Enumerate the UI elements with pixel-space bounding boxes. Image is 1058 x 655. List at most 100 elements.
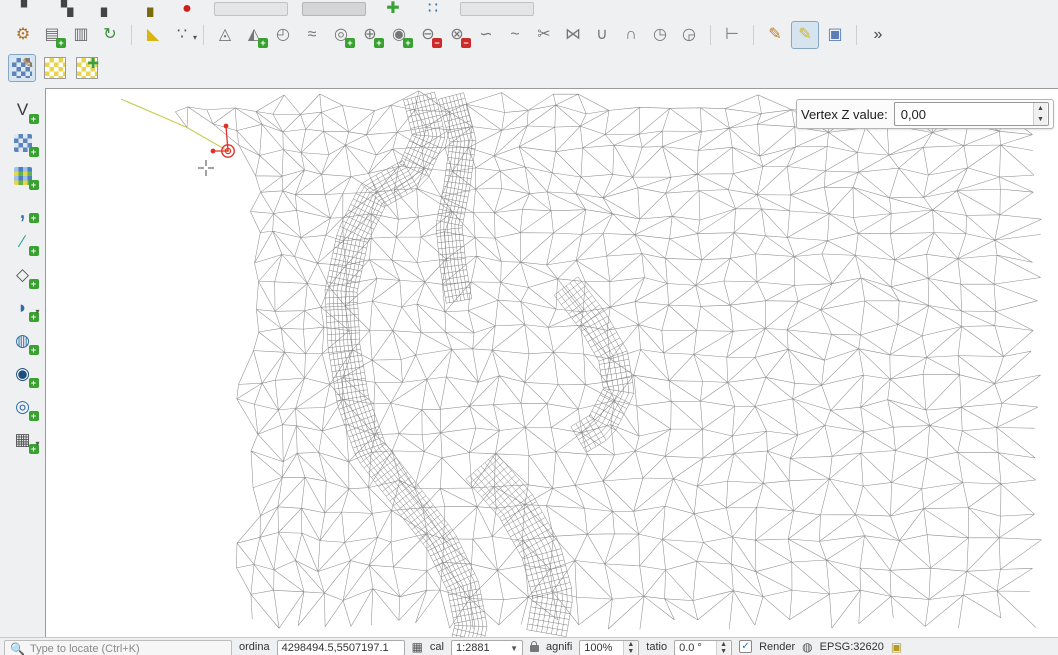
vertex-z-label: Vertex Z value: [801,107,888,122]
rotate-point-symbols-icon[interactable]: ◷ [647,22,673,48]
map-canvas[interactable]: Vertex Z value: 0,00 ▲▼ [45,88,1058,637]
mesh-dense-channel [325,92,634,637]
allow-edits-icon[interactable]: ✎ [762,22,788,48]
mesh-vertex-marker[interactable] [211,149,216,154]
add-wfs-layer-icon[interactable]: ◉+ [8,360,38,388]
magnifier-value: 100% [584,642,612,654]
reindex-faces-vertices-icon[interactable] [42,55,68,81]
vertex-z-spin-buttons[interactable]: ▲▼ [1033,103,1047,125]
spin-up-icon[interactable]: ▲ [1034,103,1047,114]
layout-manager-icon[interactable]: ▥ [68,22,94,48]
scale-combo[interactable]: 1:2881 ▼ [451,640,523,655]
copy-move-feature-icon[interactable]: ◭+ [241,22,267,48]
lock-scale-icon[interactable] [530,645,539,652]
add-mesh-layer-icon[interactable]: + [8,162,38,190]
crosshair-cursor [198,160,214,176]
add-print-layout-icon[interactable]: ▤+ [39,22,65,48]
processing-gears-icon[interactable]: ⚙ [10,22,36,48]
add-delimited-text-layer-icon[interactable]: ,+ [8,195,38,223]
delete-ring-icon[interactable]: ⊖− [415,22,441,48]
render-checkbox[interactable]: ✓ [739,640,752,653]
add-wms-layer-icon[interactable]: ◗+▾ [8,294,38,322]
offset-curve-icon[interactable]: ∽ [473,22,499,48]
locate-search[interactable]: 🔍 Type to locate (Ctrl+K) [4,640,232,655]
add-icon-icon[interactable]: ✚ [380,0,406,18]
extent-icon[interactable]: ▦ [412,640,423,654]
toolbar-separator [710,25,711,45]
mesh-triangulation [175,91,1041,630]
mesh-digitizing-icon[interactable]: ✎ [8,54,36,82]
add-arcgis-rest-layer-icon[interactable]: ◎+ [8,393,38,421]
toggle-editing-icon[interactable]: ✎ [791,21,819,49]
save-edits-icon[interactable]: ▣ [822,22,848,48]
toolbar-box-1 [214,2,288,16]
toolbar-separator [753,25,754,45]
add-part-icon[interactable]: ⊕+ [357,22,383,48]
chevron-down-icon[interactable]: ▾ [35,307,39,316]
data-source-manager-toolbar: V+ + + ,+ ∕+ ◇+ ◗+▾ ◍+ ◉+ ◎+ ▦+▾ [0,88,45,637]
app-icon-1-icon[interactable]: ▘ [14,0,40,18]
rotation-value: 0.0 ° [679,642,702,654]
split-features-icon[interactable]: ✂ [531,22,557,48]
vertex-z-value[interactable]: 0,00 [895,107,926,122]
rotate-feature-icon[interactable]: ◴ [270,22,296,48]
measure-tool-icon[interactable]: ◣ [140,22,166,48]
fill-ring-icon[interactable]: ◉+ [386,22,412,48]
vertex-tool-icon[interactable]: ∵▾ [169,22,195,48]
coordinate-input[interactable]: 4298494.5,5507197.1 [277,640,405,655]
app-icon-4-icon[interactable]: ▗ [134,0,160,18]
panel-box [460,2,534,16]
merge-features-icon[interactable]: ∪ [589,22,615,48]
messages-icon[interactable]: ▣ [891,640,902,654]
add-wcs-layer-icon[interactable]: ◍+ [8,327,38,355]
magnifier-spinbox[interactable]: 100% ▲▼ [579,640,639,655]
scale-label: cal [430,641,444,653]
force-by-selected-geometries-icon[interactable]: ✚ [74,55,100,81]
magnifier-label: agnifi [546,641,572,653]
rotation-spin-buttons[interactable]: ▲▼ [716,641,730,655]
top-toolbar-strip: ▘ ▚ ▖ ▗ ● ✚ ∷ [0,0,1058,18]
mesh-layer[interactable] [46,89,1058,637]
chevron-down-icon[interactable]: ▼ [510,644,518,653]
simplify-feature-icon[interactable]: ≈ [299,22,325,48]
add-raster-layer-icon[interactable]: + [8,129,38,157]
chevron-down-icon[interactable]: ▾ [35,439,39,448]
crs-label[interactable]: EPSG:32620 [820,641,884,653]
spin-down-icon[interactable]: ▼ [1034,114,1047,125]
toolbar-separator [856,25,857,45]
add-vector-layer-icon[interactable]: V+ [8,96,38,124]
crs-globe-icon[interactable]: ◍ [802,640,812,654]
record-indicator-icon[interactable]: ● [174,0,200,18]
magnifier-spin-buttons[interactable]: ▲▼ [623,641,637,655]
qgis-window: ▘▚▖▗●✚∷ ⚙▤+▥↻◣∵▾◬◭+◴≈◎+⊕+◉+⊖−⊗−∽~✂⋈∪∩◷◶⊢… [0,0,1058,655]
merge-attributes-icon[interactable]: ∩ [618,22,644,48]
search-icon: 🔍 [10,642,25,655]
app-icon-2-icon[interactable]: ▚ [54,0,80,18]
toolbar-separator [203,25,204,45]
move-feature-icon[interactable]: ◬ [212,22,238,48]
chevron-down-icon[interactable]: ▾ [193,33,197,42]
toolbar-box-2 [302,2,366,16]
refresh-map-icon[interactable]: ↻ [97,22,123,48]
toolbar-overflow-icon[interactable]: » [865,22,891,48]
locate-placeholder: Type to locate (Ctrl+K) [30,643,140,655]
trim-extend-icon[interactable]: ⊢ [719,22,745,48]
grid-dots-icon-icon[interactable]: ∷ [420,0,446,18]
add-ring-icon[interactable]: ◎+ [328,22,354,48]
toolbar-separator [131,25,132,45]
split-parts-icon[interactable]: ⋈ [560,22,586,48]
add-virtual-layer-icon[interactable]: ◇+ [8,261,38,289]
reshape-features-icon[interactable]: ~ [502,22,528,48]
rotation-label: tatio [646,641,667,653]
vertex-z-spinbox[interactable]: 0,00 ▲▼ [894,102,1049,126]
add-spatialite-layer-icon[interactable]: ∕+ [8,228,38,256]
coordinate-value: 4298494.5,5507197.1 [282,642,389,654]
selected-vertex-marker[interactable] [227,150,229,152]
mesh-vertex-marker[interactable] [224,124,229,129]
add-vector-tile-layer-icon[interactable]: ▦+▾ [8,426,38,454]
offset-point-symbol-icon[interactable]: ◶ [676,22,702,48]
app-icon-3-icon[interactable]: ▖ [94,0,120,18]
delete-part-icon[interactable]: ⊗− [444,22,470,48]
vertex-z-widget: Vertex Z value: 0,00 ▲▼ [796,99,1054,129]
rotation-spinbox[interactable]: 0.0 ° ▲▼ [674,640,732,655]
